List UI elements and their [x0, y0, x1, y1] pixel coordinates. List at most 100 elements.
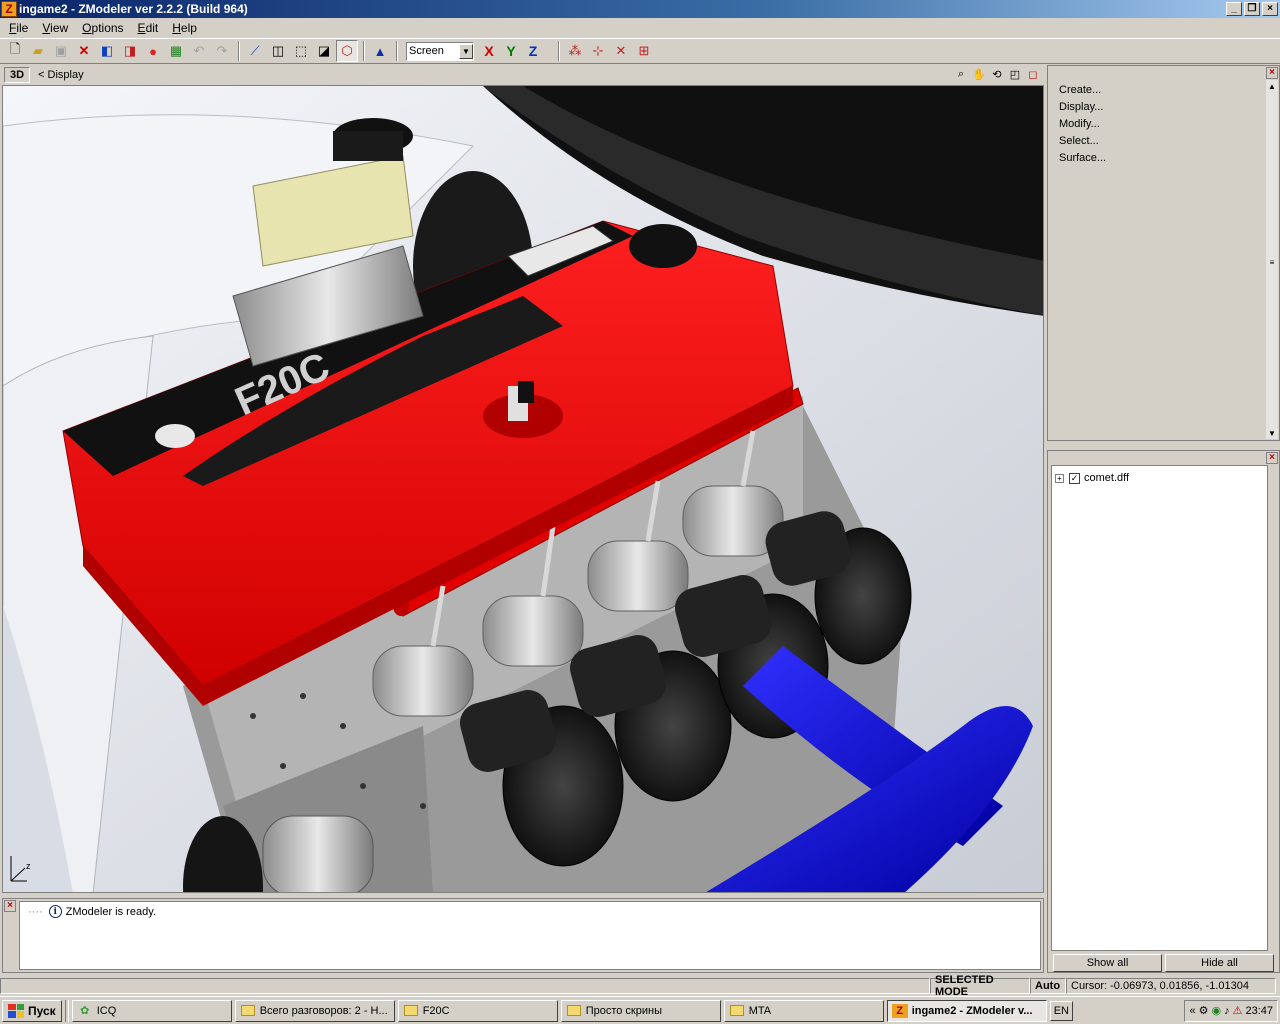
volume-icon[interactable]: ♪ — [1224, 1005, 1230, 1017]
icq-flower-icon: ✿ — [80, 1005, 90, 1017]
undo-icon[interactable]: ↶ — [188, 40, 210, 62]
object-tree: + ✓ comet.dff — [1051, 465, 1268, 951]
command-display[interactable]: Display... — [1059, 99, 1106, 116]
task-mta[interactable]: MTA — [723, 999, 884, 1022]
clock[interactable]: 23:47 — [1245, 1005, 1273, 1017]
tree-item[interactable]: + ✓ comet.dff — [1052, 466, 1267, 484]
coord-system-select[interactable]: Screen ▼ — [406, 41, 474, 61]
task-chat[interactable]: Всего разговоров: 2 - Н... — [234, 999, 395, 1022]
language-indicator[interactable]: EN — [1049, 1000, 1073, 1021]
command-modify[interactable]: Modify... — [1059, 116, 1106, 133]
delete-icon[interactable]: ✕ — [73, 40, 95, 62]
vertex-icon[interactable]: ⟋ — [244, 40, 266, 62]
security-icon[interactable]: ⚠ — [1233, 1004, 1243, 1017]
task-screens[interactable]: Просто скрины — [560, 999, 721, 1022]
task-label: ICQ — [96, 1004, 117, 1017]
rotate-icon[interactable]: ⟲ — [989, 67, 1005, 83]
axis-x-button[interactable]: X — [478, 40, 500, 62]
scroll-thumb[interactable]: ≡ — [1266, 256, 1278, 268]
viewport-3d[interactable]: F20C z — [2, 85, 1044, 893]
expand-icon[interactable]: + — [1055, 473, 1064, 483]
task-label: Просто скрины — [585, 1004, 662, 1017]
status-cursor: Cursor: -0.06973, 0.01856, -1.01304 — [1066, 978, 1276, 994]
close-icon[interactable]: × — [1266, 452, 1278, 464]
info-icon: i — [48, 905, 62, 918]
menu-edit[interactable]: Edit — [131, 20, 166, 36]
render-icon[interactable]: ● — [142, 40, 164, 62]
task-f20c[interactable]: F20C — [397, 999, 558, 1022]
log-message: ZModeler is ready. — [65, 905, 156, 918]
status-mode: SELECTED MODE — [930, 974, 1030, 998]
grid-icon[interactable]: ⊞ — [633, 40, 655, 62]
command-scrollbar[interactable]: ▲ ≡ ▼ — [1266, 80, 1278, 439]
axis-z-button[interactable]: Z — [522, 40, 544, 62]
hide-icon[interactable]: ⬡ — [336, 40, 358, 62]
status-snap: Auto — [1030, 978, 1066, 994]
scroll-down-icon[interactable]: ▼ — [1266, 427, 1278, 439]
close-icon[interactable]: × — [1266, 67, 1278, 79]
close-button[interactable]: × — [1262, 2, 1278, 16]
tray-expand-icon[interactable]: « — [1189, 1005, 1195, 1017]
command-create[interactable]: Create... — [1059, 82, 1106, 99]
wire-cube-icon[interactable]: ⬚ — [290, 40, 312, 62]
axis-y-button[interactable]: Y — [500, 40, 522, 62]
scroll-up-icon[interactable]: ▲ — [1266, 80, 1278, 92]
title-bar: Z ingame2 - ZModeler ver 2.2.2 (Build 96… — [0, 0, 1280, 18]
view-badge[interactable]: 3D — [4, 66, 31, 83]
axis-gizmo-icon[interactable]: ⊹ — [587, 40, 609, 62]
pan-icon[interactable]: ✋ — [971, 67, 987, 83]
task-label: MTA — [748, 1004, 772, 1017]
command-surface[interactable]: Surface... — [1059, 150, 1106, 167]
tree-item-label: comet.dff — [1084, 472, 1130, 484]
task-icq[interactable]: ✿ ICQ — [71, 999, 232, 1022]
status-empty — [0, 978, 930, 994]
menu-file[interactable]: File — [2, 20, 35, 36]
minimize-button[interactable]: _ — [1226, 2, 1242, 16]
toolbar-separator — [396, 41, 398, 61]
maximize-icon[interactable]: ◰ — [1007, 67, 1023, 83]
menu-options[interactable]: Options — [75, 20, 130, 36]
open-icon[interactable]: ▰ — [27, 40, 49, 62]
antivirus-icon[interactable]: ◉ — [1211, 1004, 1221, 1017]
select-icon[interactable]: ⁂ — [564, 40, 586, 62]
command-select[interactable]: Select... — [1059, 133, 1106, 150]
scale-icon[interactable]: ✕ — [610, 40, 632, 62]
windows-logo-icon — [8, 1003, 24, 1018]
view-label[interactable]: < Display — [38, 69, 84, 81]
log-panel: × ···· i ZModeler is ready. — [2, 898, 1044, 973]
task-label: F20C — [422, 1004, 450, 1017]
move-icon[interactable]: ▲ — [369, 40, 391, 62]
export-icon[interactable]: ◨ — [119, 40, 141, 62]
solid-cube-icon[interactable]: ◪ — [313, 40, 335, 62]
main-toolbar: 🗋 ▰ ▣ ✕ ◧ ◨ ● ▦ ↶ ↷ ⟋ ◫ ⬚ ◪ ⬡ ▲ Screen ▼… — [0, 38, 1280, 64]
toolbar-separator — [363, 41, 365, 61]
zmodeler-icon: Z — [891, 1003, 908, 1018]
start-label: Пуск — [28, 1003, 56, 1018]
maximize-button[interactable]: ❐ — [1244, 2, 1260, 16]
close-icon[interactable]: × — [4, 900, 16, 912]
start-button[interactable]: Пуск — [2, 999, 62, 1022]
task-zmodeler[interactable]: Z ingame2 - ZModeler v... — [886, 999, 1047, 1022]
new-icon[interactable]: 🗋 — [4, 40, 26, 62]
redo-icon[interactable]: ↷ — [211, 40, 233, 62]
hide-all-button[interactable]: Hide all — [1165, 954, 1274, 972]
toolbar-separator — [238, 41, 240, 61]
coord-system-value: Screen — [409, 45, 444, 57]
show-all-button[interactable]: Show all — [1053, 954, 1162, 972]
viewport-header: 3D < Display ⌕ ✋ ⟲ ◰ ◻ — [2, 65, 1043, 84]
menu-bar: File View Options Edit Help — [0, 18, 1280, 38]
screenshot-icon[interactable]: ▦ — [165, 40, 187, 62]
zmodeler-icon: Z — [1, 1, 17, 17]
import-icon[interactable]: ◧ — [96, 40, 118, 62]
menu-view[interactable]: View — [35, 20, 75, 36]
objects-panel: × + ✓ comet.dff Show all Hide all — [1047, 450, 1280, 973]
network-icon[interactable]: ⚙ — [1199, 1004, 1209, 1017]
task-label: Всего разговоров: 2 - Н... — [259, 1004, 388, 1017]
chevron-down-icon[interactable]: ▼ — [459, 43, 473, 59]
menu-help[interactable]: Help — [165, 20, 204, 36]
visibility-checkbox[interactable]: ✓ — [1069, 472, 1080, 484]
cube-icon[interactable]: ◫ — [267, 40, 289, 62]
save-icon[interactable]: ▣ — [50, 40, 72, 62]
close-view-icon[interactable]: ◻ — [1025, 67, 1041, 83]
zoom-icon[interactable]: ⌕ — [953, 67, 969, 83]
